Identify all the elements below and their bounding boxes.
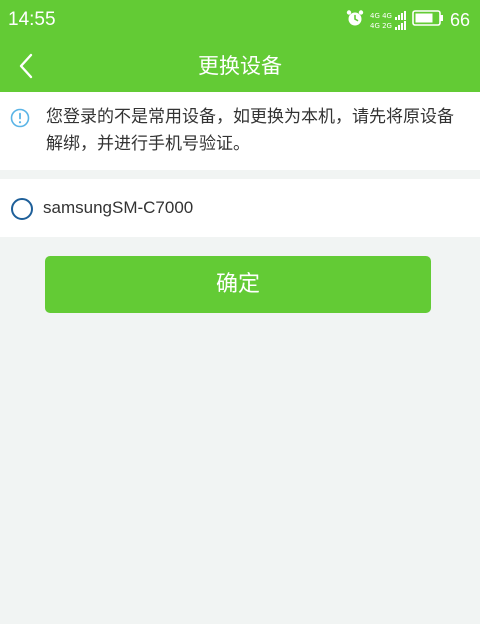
- confirm-button[interactable]: 确定: [45, 256, 431, 313]
- status-indicators: 4G 4G 4G 2G 66: [346, 8, 470, 32]
- network-type-top: 4G 4G: [369, 12, 392, 20]
- device-radio-button[interactable]: [11, 198, 33, 220]
- battery-level: 66: [449, 10, 470, 30]
- notice-text: 您登录的不是常用设备，如更换为本机，请先将原设备解绑，并进行手机号验证。: [46, 107, 454, 154]
- title-bar: 更换设备: [0, 40, 480, 92]
- network-type-bottom: 4G 2G: [369, 22, 392, 30]
- notice-banner: 您登录的不是常用设备，如更换为本机，请先将原设备解绑，并进行手机号验证。: [0, 92, 480, 170]
- device-name: samsungSM-C7000: [43, 198, 194, 217]
- status-time: 14:55: [8, 9, 56, 30]
- device-option[interactable]: samsungSM-C7000: [0, 179, 480, 237]
- alarm-icon: [346, 9, 364, 31]
- info-icon: [10, 108, 30, 132]
- page-title: 更换设备: [198, 54, 282, 78]
- status-bar: 14:55 4G 4G 4G 2G 66: [0, 0, 480, 40]
- signal-icon: 4G 4G 4G 2G: [370, 10, 406, 30]
- battery-icon: [412, 10, 444, 30]
